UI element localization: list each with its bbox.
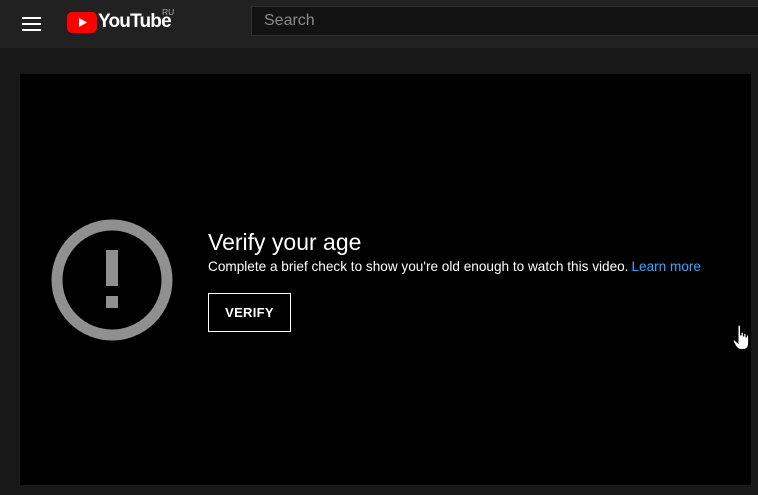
video-player: Verify your age Complete a brief check t… (20, 74, 751, 485)
masthead: YouTube RU (0, 0, 758, 48)
hand-cursor-icon (732, 324, 750, 350)
learn-more-link[interactable]: Learn more (631, 259, 701, 274)
age-gate-description: Complete a brief check to show you're ol… (208, 258, 758, 276)
country-code: RU (162, 7, 175, 17)
alert-circle-icon (51, 219, 173, 341)
age-gate-message: Verify your age Complete a brief check t… (208, 229, 758, 332)
description-text: Complete a brief check to show you're ol… (208, 259, 629, 274)
menu-icon-line (22, 22, 41, 26)
youtube-logo[interactable]: YouTube RU (67, 7, 175, 34)
search-box[interactable] (251, 6, 758, 36)
menu-button[interactable] (20, 12, 44, 36)
youtube-play-icon (67, 11, 97, 33)
logo-wordmark: YouTube (98, 10, 172, 33)
verify-button[interactable]: VERIFY (208, 293, 291, 332)
age-gate-title: Verify your age (208, 229, 362, 255)
menu-icon-line (22, 16, 41, 19)
search-input[interactable] (252, 7, 758, 35)
menu-icon-line (22, 29, 41, 32)
